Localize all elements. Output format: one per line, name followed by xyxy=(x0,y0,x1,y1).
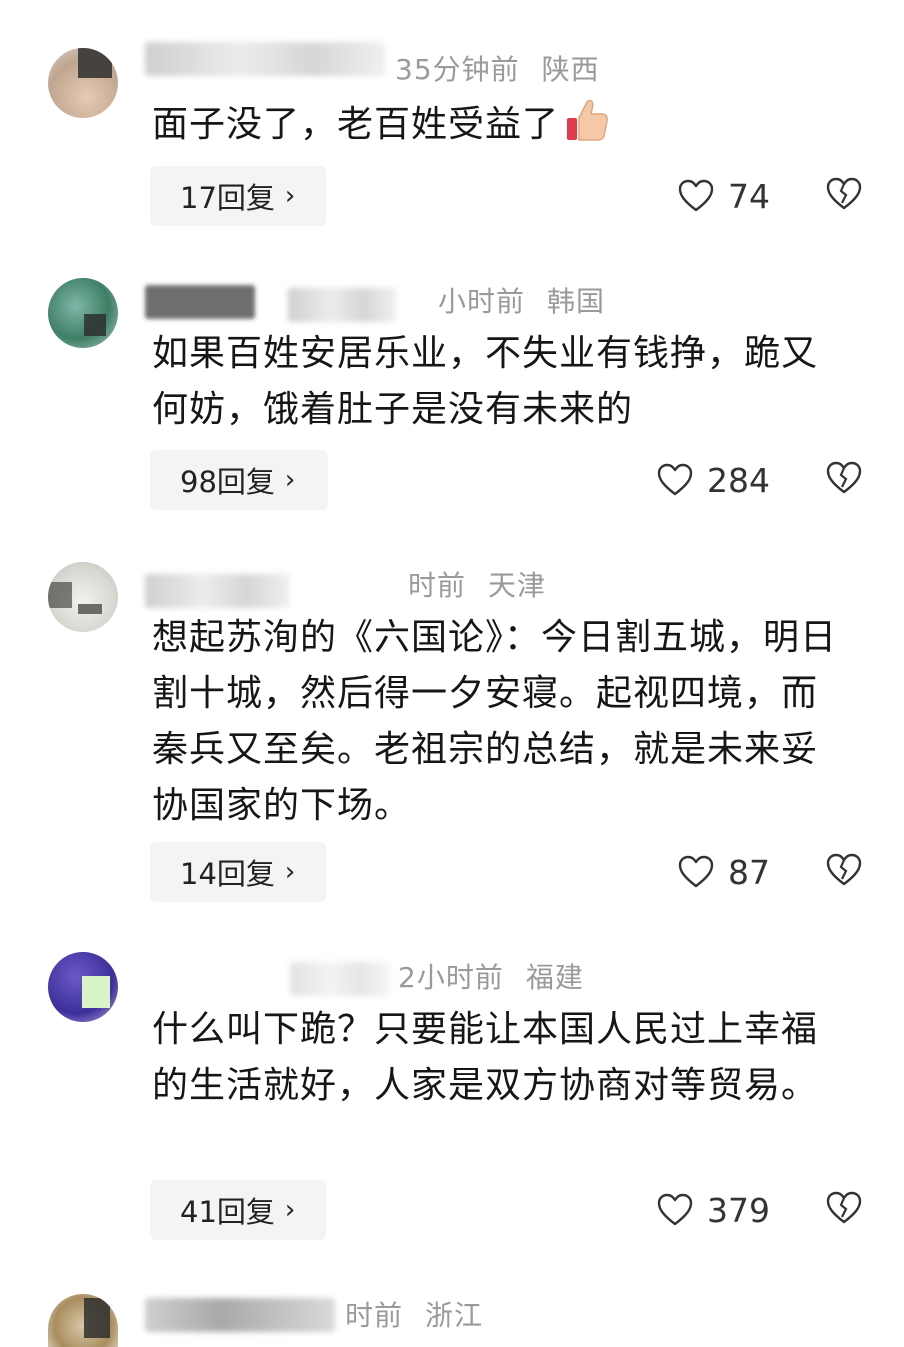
dislike-button[interactable] xyxy=(822,842,866,902)
comment-text: 想起苏洵的《六国论》：今日割五城，明日割十城，然后得一夕安寝。起视四境，而秦兵又… xyxy=(152,617,838,826)
like-count: 379 xyxy=(707,1190,770,1230)
comment-location: 韩国 xyxy=(547,285,606,318)
heart-icon xyxy=(678,855,714,889)
broken-heart-icon xyxy=(826,853,862,891)
like-count: 74 xyxy=(728,176,770,216)
dislike-button[interactable] xyxy=(822,1180,866,1240)
heart-icon xyxy=(657,463,693,497)
comment-time: 小时前 xyxy=(438,285,526,318)
avatar[interactable] xyxy=(48,562,118,632)
like-button[interactable]: 87 xyxy=(678,842,770,902)
chevron-right-icon: › xyxy=(284,1195,296,1225)
username-blurred[interactable] xyxy=(145,285,255,319)
chevron-right-icon: › xyxy=(284,465,296,495)
replies-button[interactable]: 41回复 › xyxy=(150,1180,326,1240)
comment-meta: 时前 天津 xyxy=(408,564,546,604)
username-blurred[interactable] xyxy=(145,574,290,608)
dislike-button[interactable] xyxy=(822,450,866,510)
comment-text-content: 面子没了，老百姓受益了 xyxy=(152,104,560,145)
like-button[interactable]: 284 xyxy=(657,450,770,510)
comment-meta: 小时前 韩国 xyxy=(438,280,605,320)
avatar[interactable] xyxy=(48,278,118,348)
replies-count: 98回复 xyxy=(180,465,275,499)
broken-heart-icon xyxy=(826,177,862,215)
comment-time: 时前 xyxy=(408,569,467,602)
comment-text: 如果百姓安居乐业，不失业有钱挣，跪又何妨，饿着肚子是没有未来的 xyxy=(152,333,819,430)
replies-count: 14回复 xyxy=(180,857,275,891)
avatar[interactable] xyxy=(48,952,118,1022)
broken-heart-icon xyxy=(826,461,862,499)
replies-button[interactable]: 14回复 › xyxy=(150,842,326,902)
thumbs-up-icon xyxy=(565,96,609,144)
comment-location: 浙江 xyxy=(425,1299,484,1332)
username-blurred[interactable] xyxy=(145,42,385,76)
username-blurred[interactable] xyxy=(145,1298,335,1332)
comment-location: 福建 xyxy=(525,961,584,994)
comment-time: 时前 xyxy=(345,1299,404,1332)
comment-text: 什么叫下跪？只要能让本国人民过上幸福的生活就好，人家是双方协商对等贸易。 xyxy=(152,1009,819,1106)
comment-meta: 时前 浙江 xyxy=(345,1294,483,1334)
like-button[interactable]: 379 xyxy=(657,1180,770,1240)
comment-time: 35分钟前 xyxy=(395,53,520,86)
comment-location: 陕西 xyxy=(541,53,600,86)
replies-button[interactable]: 98回复 › xyxy=(150,450,328,510)
like-count: 87 xyxy=(728,852,770,892)
chevron-right-icon: › xyxy=(284,181,296,211)
dislike-button[interactable] xyxy=(822,166,866,226)
username-blurred[interactable] xyxy=(288,288,396,322)
avatar[interactable] xyxy=(48,1294,118,1347)
broken-heart-icon xyxy=(826,1191,862,1229)
chevron-right-icon: › xyxy=(284,857,296,887)
heart-icon xyxy=(657,1193,693,1227)
comment-text: 面子没了，老百姓受益了 xyxy=(152,96,852,153)
avatar[interactable] xyxy=(48,48,118,118)
replies-button[interactable]: 17回复 › xyxy=(150,166,326,226)
like-button[interactable]: 74 xyxy=(678,166,770,226)
comment-time: 2小时前 xyxy=(398,961,504,994)
like-count: 284 xyxy=(707,460,770,500)
comment-meta: 2小时前 福建 xyxy=(398,956,584,996)
comment-location: 天津 xyxy=(488,569,547,602)
heart-icon xyxy=(678,179,714,213)
username-blurred[interactable] xyxy=(290,962,390,996)
comment-meta: 35分钟前 陕西 xyxy=(395,48,600,88)
replies-count: 17回复 xyxy=(180,181,275,215)
replies-count: 41回复 xyxy=(180,1195,275,1229)
